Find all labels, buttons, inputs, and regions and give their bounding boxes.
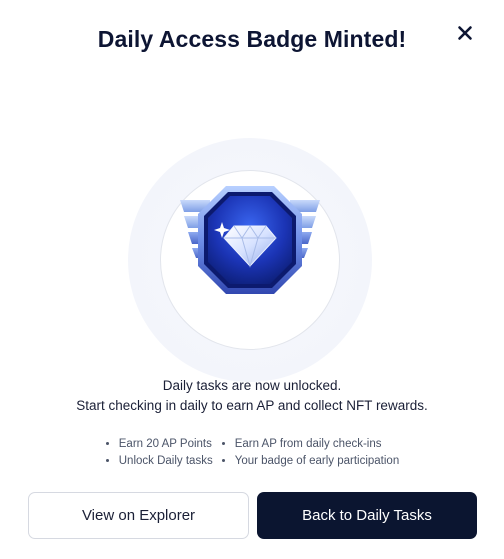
description: Daily tasks are now unlocked. Start chec… — [0, 376, 504, 416]
benefits-column-right: Earn AP from daily check-ins Your badge … — [221, 436, 400, 470]
benefits-column-left: Earn 20 AP Points Unlock Daily tasks — [105, 436, 213, 470]
benefit-item: Your badge of early participation — [235, 453, 400, 470]
back-to-daily-tasks-button[interactable]: Back to Daily Tasks — [257, 492, 477, 539]
badge-illustration — [128, 138, 372, 382]
badge-minted-modal: Daily Access Badge Minted! Daily tasks a… — [0, 0, 504, 559]
description-line-1: Daily tasks are now unlocked. — [162, 378, 342, 393]
benefits-list: Earn 20 AP Points Unlock Daily tasks Ear… — [0, 436, 504, 470]
benefit-item: Unlock Daily tasks — [119, 453, 213, 470]
close-icon[interactable] — [456, 24, 474, 42]
benefit-item: Earn AP from daily check-ins — [235, 436, 400, 453]
description-line-2: Start checking in daily to earn AP and c… — [76, 398, 428, 413]
modal-title: Daily Access Badge Minted! — [97, 26, 407, 52]
benefit-item: Earn 20 AP Points — [119, 436, 213, 453]
diamond-badge-icon — [180, 186, 320, 294]
view-on-explorer-button[interactable]: View on Explorer — [28, 492, 249, 539]
